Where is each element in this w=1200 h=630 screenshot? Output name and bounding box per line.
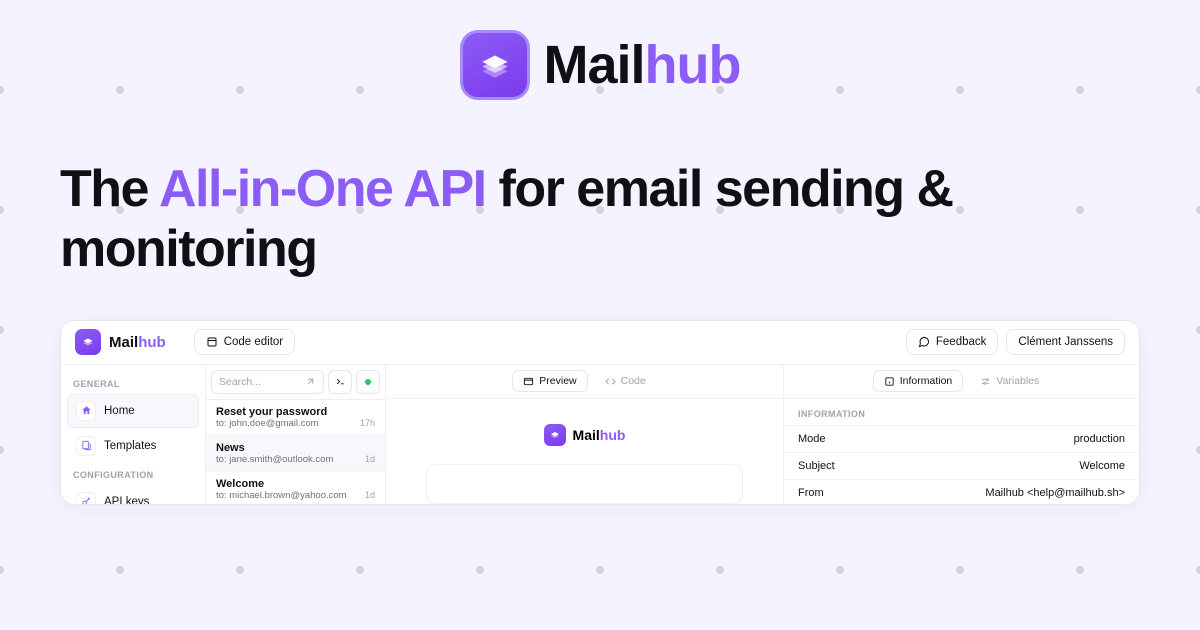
feedback-button[interactable]: Feedback — [906, 329, 999, 355]
templates-icon — [76, 436, 96, 456]
preview-card — [426, 464, 743, 504]
key-icon — [76, 492, 96, 505]
info-value: Welcome — [1079, 460, 1125, 472]
code-editor-icon — [206, 336, 218, 348]
email-time: 1d — [365, 454, 375, 464]
app-header: Mailhub Code editor Feedback Clément Jan… — [61, 321, 1139, 365]
hero-logo: Mailhub — [60, 30, 1140, 100]
email-to: to: michael.brown@yahoo.com — [216, 490, 347, 501]
status-button[interactable] — [356, 370, 380, 394]
code-icon — [605, 376, 616, 387]
info-key: Mode — [798, 433, 826, 445]
logo-icon — [75, 329, 101, 355]
tab-preview[interactable]: Preview — [512, 370, 587, 392]
info-row: Mode production — [784, 425, 1139, 452]
email-title: Reset your password — [216, 406, 375, 418]
info-section-label: INFORMATION — [784, 399, 1139, 425]
email-title: News — [216, 442, 375, 454]
email-list-item[interactable]: News to: jane.smith@outlook.com 1d — [206, 436, 385, 472]
sliders-icon — [980, 376, 991, 387]
app-brand: Mailhub — [109, 334, 166, 351]
info-row: Subject Welcome — [784, 452, 1139, 479]
search-input[interactable]: Search... — [211, 370, 324, 394]
app-window: Mailhub Code editor Feedback Clément Jan… — [60, 320, 1140, 505]
user-menu-button[interactable]: Clément Janssens — [1006, 329, 1125, 355]
sidebar-item-home[interactable]: Home — [67, 394, 199, 428]
info-key: From — [798, 487, 824, 499]
terminal-icon — [335, 376, 346, 387]
email-to: to: jane.smith@outlook.com — [216, 454, 333, 465]
tab-information[interactable]: Information — [873, 370, 964, 392]
info-value: production — [1074, 433, 1125, 445]
chat-icon — [918, 336, 930, 348]
info-icon — [884, 376, 895, 387]
open-icon — [305, 376, 316, 387]
code-editor-button[interactable]: Code editor — [194, 329, 295, 355]
info-column: Information Variables INFORMATION Mode p… — [784, 365, 1139, 504]
terminal-button[interactable] — [328, 370, 352, 394]
email-time: 17h — [360, 418, 375, 428]
info-value: Mailhub <help@mailhub.sh> — [985, 487, 1125, 499]
logo-text: Mailhub — [544, 34, 741, 96]
sidebar-item-label: Templates — [104, 440, 156, 452]
sidebar-item-label: Home — [104, 405, 135, 417]
sidebar: GENERAL Home Templates CONFIGURATION API… — [61, 365, 206, 504]
sidebar-section-label: CONFIGURATION — [61, 464, 205, 484]
info-row: From Mailhub <help@mailhub.sh> — [784, 479, 1139, 505]
email-time: 1d — [365, 490, 375, 500]
sidebar-item-label: API keys — [104, 496, 149, 505]
preview-icon — [523, 376, 534, 387]
email-title: Welcome — [216, 478, 375, 490]
logo-icon — [460, 30, 530, 100]
preview-brand: Mailhub — [416, 424, 753, 446]
sidebar-item-templates[interactable]: Templates — [67, 429, 199, 463]
preview-column: Preview Code Mailhub — [386, 365, 784, 504]
email-list-item[interactable]: Welcome to: michael.brown@yahoo.com 1d — [206, 472, 385, 505]
email-list-item[interactable]: Reset your password to: john.doe@gmail.c… — [206, 400, 385, 436]
home-icon — [76, 401, 96, 421]
sidebar-section-label: GENERAL — [61, 373, 205, 393]
info-key: Subject — [798, 460, 835, 472]
email-to: to: john.doe@gmail.com — [216, 418, 319, 429]
tab-variables[interactable]: Variables — [969, 370, 1050, 392]
sidebar-item-apikeys[interactable]: API keys — [67, 485, 199, 505]
email-list-column: Search... Reset your password to: john.d… — [206, 365, 386, 504]
status-dot-icon — [365, 379, 371, 385]
tab-code[interactable]: Code — [594, 370, 657, 392]
logo-icon — [544, 424, 566, 446]
hero-headline: The All-in-One API for email sending & m… — [60, 160, 1140, 280]
